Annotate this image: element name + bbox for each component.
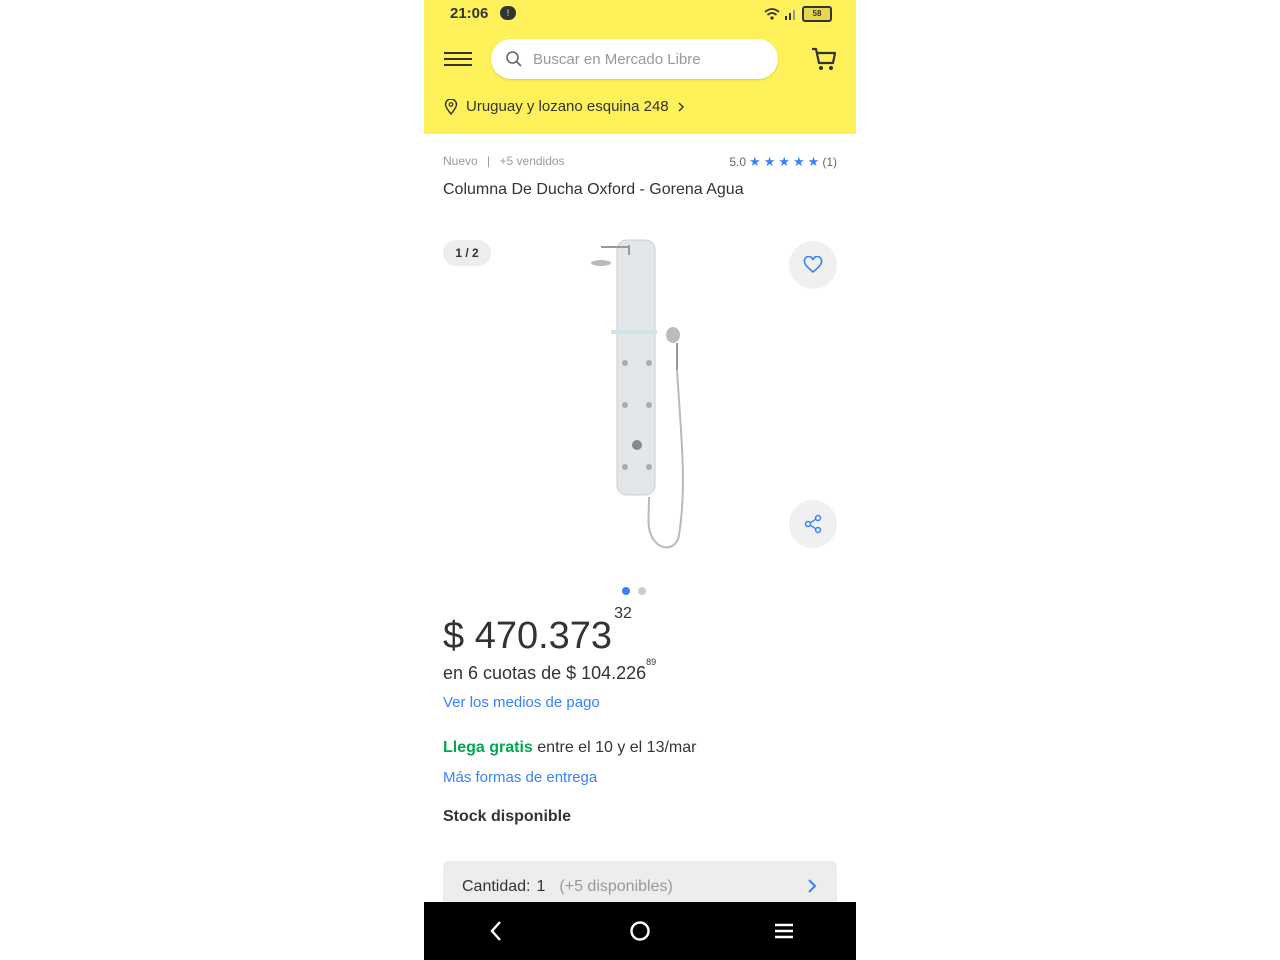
share-icon bbox=[804, 514, 822, 534]
status-icons: 58 bbox=[764, 6, 832, 22]
left-backdrop bbox=[0, 0, 424, 960]
battery-icon: 58 bbox=[802, 6, 832, 22]
favorite-button[interactable] bbox=[789, 241, 837, 289]
pagination-dot[interactable] bbox=[638, 587, 646, 595]
back-icon bbox=[490, 921, 501, 941]
rating-summary[interactable]: 5.0 ★ ★ ★ ★ ★ (1) bbox=[729, 154, 837, 170]
image-counter: 1 / 2 bbox=[443, 240, 491, 266]
payment-methods-link[interactable]: Ver los medios de pago bbox=[443, 694, 600, 711]
share-button[interactable] bbox=[789, 500, 837, 548]
rating-value: 5.0 bbox=[729, 155, 747, 169]
status-time: 21:06 bbox=[450, 5, 489, 22]
location-text: Uruguay y lozano esquina 248 bbox=[466, 98, 669, 115]
product-image[interactable] bbox=[589, 235, 729, 565]
search-bar[interactable] bbox=[491, 39, 778, 79]
search-input[interactable] bbox=[531, 49, 755, 69]
star-icon: ★ bbox=[749, 154, 761, 169]
recents-button[interactable] bbox=[754, 911, 814, 951]
app-header: 21:06 ! 58 Buscar en Mercado Libre Urugu… bbox=[424, 0, 856, 134]
delivery-location[interactable]: Uruguay y lozano esquina 248 bbox=[444, 98, 685, 115]
free-shipping-label: Llega gratis bbox=[443, 739, 533, 756]
price-main: $ 470.373 bbox=[443, 615, 613, 657]
sold-count: +5 vendidos bbox=[499, 154, 565, 168]
home-button[interactable] bbox=[610, 911, 670, 951]
quantity-row: Cantidad: 1 (+5 disponibles) bbox=[462, 878, 673, 896]
price: $ 470.37332 bbox=[443, 605, 632, 658]
quantity-available: (+5 disponibles) bbox=[559, 878, 673, 895]
quantity-label: Cantidad: bbox=[462, 878, 531, 895]
back-button[interactable] bbox=[466, 911, 526, 951]
product-condition: Nuevo | +5 vendidos bbox=[443, 154, 565, 168]
phone-screen: 21:06 ! 58 Buscar en Mercado Libre Urugu… bbox=[424, 0, 856, 960]
right-backdrop bbox=[856, 0, 1280, 960]
installments-cents: 89 bbox=[646, 657, 657, 667]
star-icon: ★ bbox=[793, 154, 805, 169]
location-pin-icon bbox=[444, 98, 458, 115]
recents-icon bbox=[775, 923, 793, 939]
heart-icon bbox=[803, 256, 823, 274]
delivery-dates: entre el 10 y el 13/mar bbox=[537, 739, 697, 756]
delivery-info: Llega gratis entre el 10 y el 13/mar bbox=[443, 739, 696, 757]
cart-icon[interactable] bbox=[810, 45, 838, 78]
wifi-icon bbox=[764, 8, 780, 20]
notification-icon: ! bbox=[500, 6, 516, 20]
system-navigation-bar bbox=[424, 902, 856, 960]
image-pagination[interactable] bbox=[622, 587, 646, 595]
quantity-value: 1 bbox=[536, 878, 546, 895]
star-icon: ★ bbox=[807, 154, 820, 169]
review-count: (1) bbox=[822, 155, 837, 169]
product-title: Columna De Ducha Oxford - Gorena Agua bbox=[443, 181, 744, 198]
pagination-dot-active[interactable] bbox=[622, 587, 630, 595]
condition-label: Nuevo bbox=[443, 154, 478, 168]
search-icon bbox=[506, 51, 522, 67]
meta-separator: | bbox=[487, 154, 491, 168]
menu-icon[interactable] bbox=[444, 48, 472, 70]
installments-text: en 6 cuotas de $ 104.226 bbox=[443, 663, 647, 683]
price-cents: 32 bbox=[614, 605, 632, 623]
star-icon: ★ bbox=[763, 154, 776, 169]
star-icon: ★ bbox=[778, 154, 791, 169]
delivery-options-link[interactable]: Más formas de entrega bbox=[443, 769, 597, 786]
signal-icon bbox=[785, 10, 795, 20]
stock-status: Stock disponible bbox=[443, 808, 572, 825]
home-icon bbox=[630, 921, 650, 941]
chevron-right-icon bbox=[678, 102, 684, 111]
installments: en 6 cuotas de $ 104.22689 bbox=[443, 657, 656, 684]
chevron-right-icon bbox=[808, 879, 817, 893]
